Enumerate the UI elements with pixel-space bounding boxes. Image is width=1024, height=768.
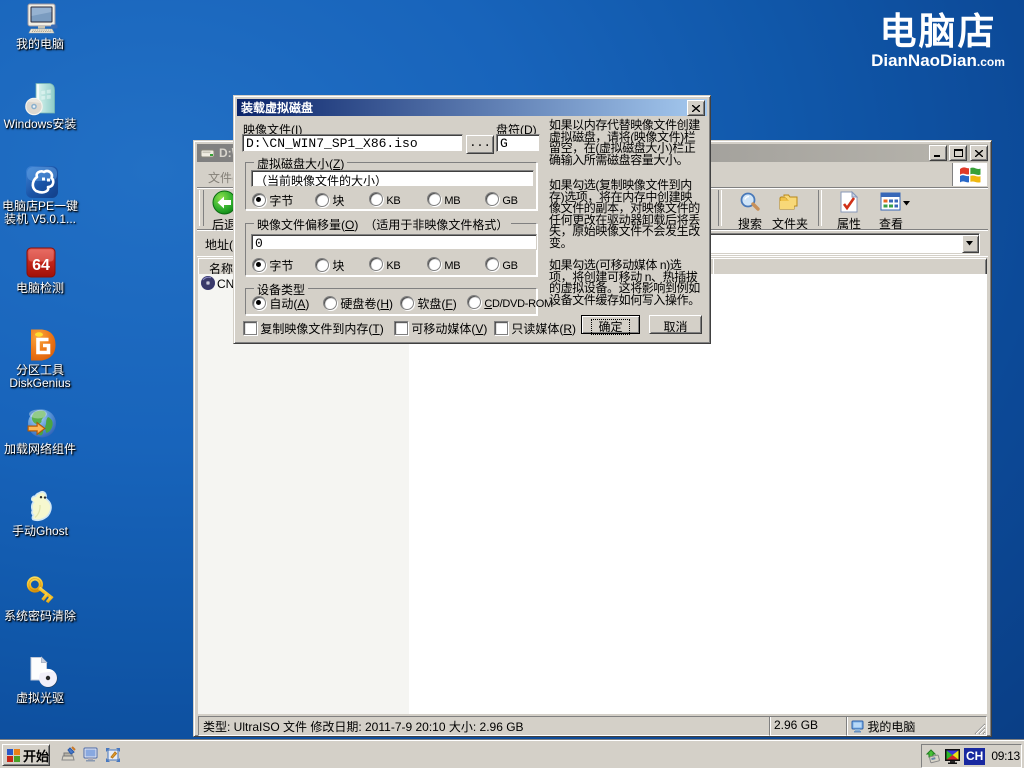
svg-text:64: 64 xyxy=(32,257,50,274)
